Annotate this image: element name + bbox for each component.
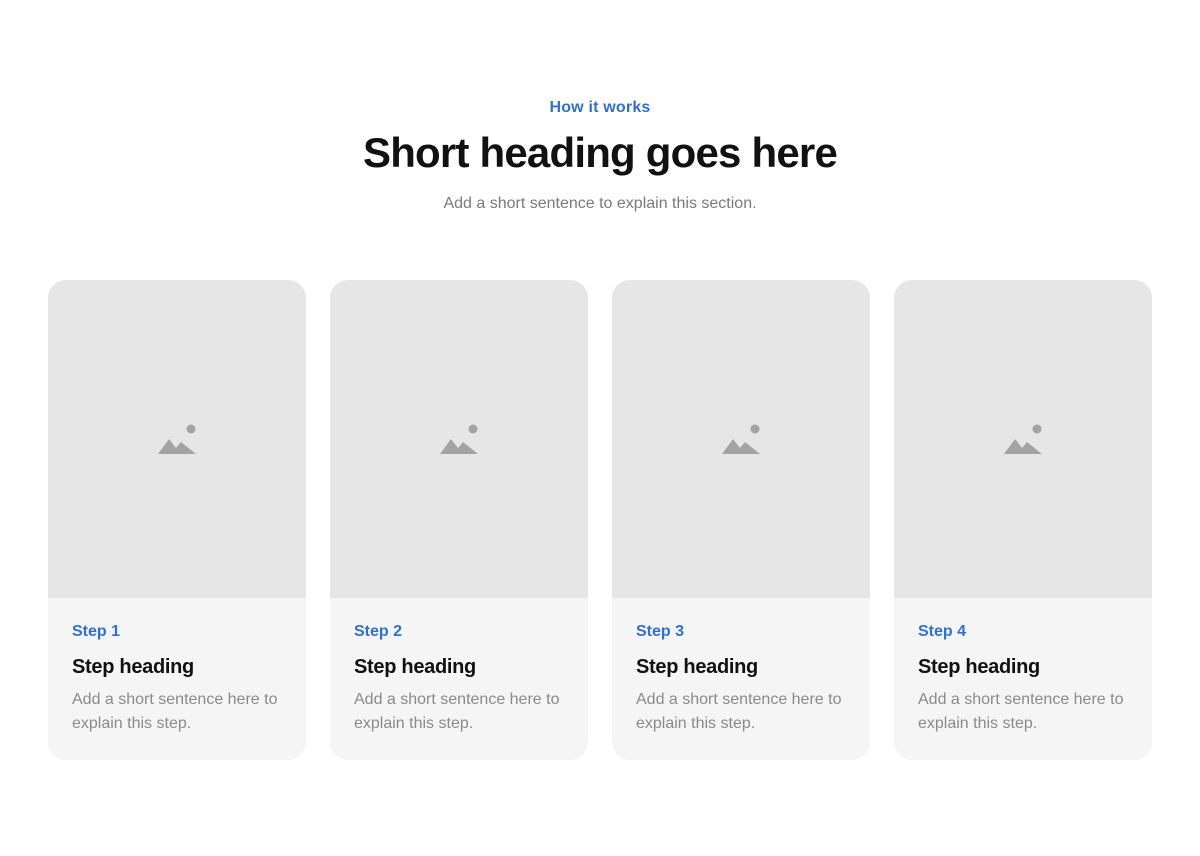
step-card-3: Step 3 Step heading Add a short sentence… <box>612 280 870 760</box>
step-label: Step 4 <box>918 623 967 640</box>
image-placeholder-icon <box>1004 424 1042 454</box>
section-eyebrow: How it works <box>549 99 651 116</box>
image-placeholder-icon <box>158 424 196 454</box>
section-subtitle: Add a short sentence to explain this sec… <box>443 195 757 212</box>
section-header: How it works Short heading goes here Add… <box>0 0 1200 215</box>
how-it-works-section: How it works Short heading goes here Add… <box>0 0 1200 856</box>
step-description: Add a short sentence here to explain thi… <box>72 691 278 732</box>
step-image-placeholder <box>894 280 1152 598</box>
step-card-1: Step 1 Step heading Add a short sentence… <box>48 280 306 760</box>
step-label: Step 1 <box>72 623 121 640</box>
step-heading: Step heading <box>72 656 194 678</box>
step-card-body: Step 2 Step heading Add a short sentence… <box>330 598 588 736</box>
step-description: Add a short sentence here to explain thi… <box>918 691 1124 732</box>
section-title: Short heading goes here <box>362 129 838 176</box>
image-placeholder-icon <box>440 424 478 454</box>
step-image-placeholder <box>48 280 306 598</box>
step-card-2: Step 2 Step heading Add a short sentence… <box>330 280 588 760</box>
step-heading: Step heading <box>636 656 758 678</box>
step-description: Add a short sentence here to explain thi… <box>636 691 842 732</box>
step-description: Add a short sentence here to explain thi… <box>354 691 560 732</box>
step-label: Step 2 <box>354 623 403 640</box>
image-placeholder-icon <box>722 424 760 454</box>
step-card-body: Step 1 Step heading Add a short sentence… <box>48 598 306 736</box>
step-card-body: Step 4 Step heading Add a short sentence… <box>894 598 1152 736</box>
step-heading: Step heading <box>918 656 1040 678</box>
step-label: Step 3 <box>636 623 685 640</box>
step-card-4: Step 4 Step heading Add a short sentence… <box>894 280 1152 760</box>
step-image-placeholder <box>330 280 588 598</box>
step-card-body: Step 3 Step heading Add a short sentence… <box>612 598 870 736</box>
step-heading: Step heading <box>354 656 476 678</box>
step-image-placeholder <box>612 280 870 598</box>
steps-list: Step 1 Step heading Add a short sentence… <box>48 280 1152 760</box>
